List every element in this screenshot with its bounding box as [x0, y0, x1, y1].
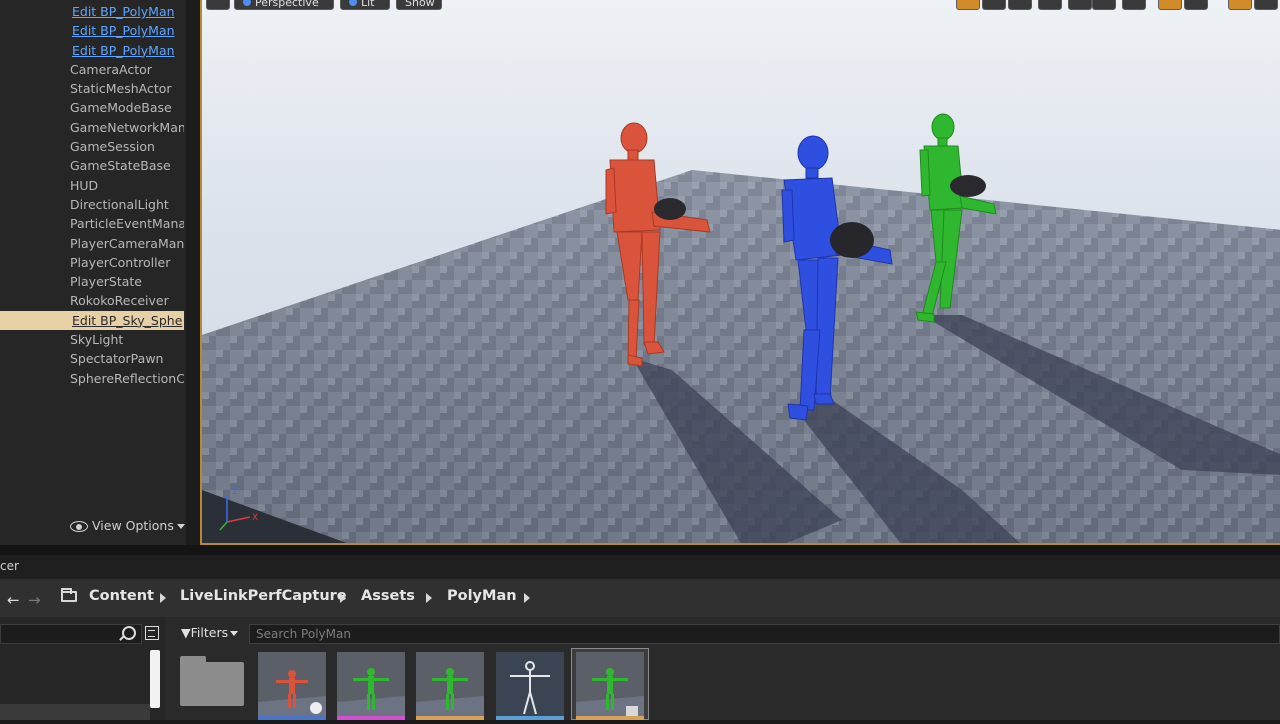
outliner-item-gamenetworkmanager[interactable]: GameNetworkMana — [0, 118, 184, 137]
outliner-item-playerstate[interactable]: PlayerState — [0, 272, 184, 291]
surface-snap-icon[interactable] — [1068, 0, 1092, 10]
outliner-item-edit-bp-polyman-1[interactable]: Edit BP_PolyMan — [0, 2, 184, 21]
outliner-item-particleeventmanager[interactable]: ParticleEventManag — [0, 214, 184, 233]
blue-polyman-prop — [830, 222, 874, 258]
lit-button[interactable]: Lit — [340, 0, 390, 10]
perspective-button[interactable]: Perspective — [234, 0, 334, 10]
eye-icon — [70, 521, 88, 532]
world-local-icon[interactable] — [1038, 0, 1062, 10]
outliner-item-gamesession[interactable]: GameSession — [0, 137, 184, 156]
outliner-item-playercontroller[interactable]: PlayerController — [0, 253, 184, 272]
outliner-item-staticmeshactor[interactable]: StaticMeshActor — [0, 79, 184, 98]
chevron-down-icon — [176, 524, 185, 529]
grid-snap-icon[interactable] — [1092, 0, 1116, 10]
asset-tile-2[interactable] — [337, 652, 405, 720]
world-outliner-panel: Edit BP_PolyMan Edit BP_PolyMan Edit BP_… — [0, 0, 186, 545]
grid-size-dropdown[interactable] — [1122, 0, 1146, 10]
asset-search-input[interactable] — [249, 624, 1280, 644]
rotation-snap-icon[interactable] — [1158, 0, 1182, 10]
chevron-down-icon — [230, 631, 239, 636]
breadcrumb-separator-icon[interactable] — [160, 593, 166, 603]
outliner-item-edit-bp-sky-sphere[interactable]: Edit BP_Sky_Sphe — [0, 310, 184, 331]
scale-tool-icon[interactable] — [1008, 0, 1032, 10]
outliner-item-spherereflectioncapture[interactable]: SphereReflectionCa — [0, 369, 184, 388]
asset-type-strip — [496, 716, 564, 720]
breadcrumb-separator-icon[interactable] — [524, 593, 530, 603]
content-browser-tab-label[interactable]: cer — [0, 559, 19, 573]
outliner-item-directionallight[interactable]: DirectionalLight — [0, 195, 184, 214]
outliner-item-spectatorpawn[interactable]: SpectatorPawn — [0, 349, 184, 368]
breadcrumb-separator-icon[interactable] — [426, 593, 432, 603]
asset-tile-5[interactable] — [576, 652, 644, 720]
outliner-list: Edit BP_PolyMan Edit BP_PolyMan Edit BP_… — [0, 2, 184, 388]
asset-thumbnail — [258, 670, 326, 720]
asset-thumbnail — [416, 668, 484, 720]
breadcrumb-polyman[interactable]: PolyMan — [447, 588, 517, 604]
rotation-size-dropdown[interactable] — [1184, 0, 1208, 10]
viewport-menu-button[interactable] — [206, 0, 230, 10]
view-options-label: View Options — [92, 518, 174, 533]
view-mode-icon[interactable] — [145, 626, 159, 640]
viewport-scene: Z X — [202, 113, 1280, 543]
asset-thumbnail — [510, 661, 550, 715]
rotate-tool-icon[interactable] — [982, 0, 1006, 10]
outliner-item-playercameramanager[interactable]: PlayerCameraMana — [0, 234, 184, 253]
outliner-item-gamestatebase[interactable]: GameStateBase — [0, 156, 184, 175]
svg-text:Z: Z — [232, 487, 238, 497]
green-polyman-prop — [950, 175, 986, 197]
breadcrumb-livelinkperfcapture[interactable]: LiveLinkPerfCapture — [180, 588, 347, 604]
outliner-item-edit-bp-polyman-2[interactable]: Edit BP_PolyMan — [0, 21, 184, 40]
asset-tile-1[interactable] — [258, 652, 326, 720]
outliner-item-hud[interactable]: HUD — [0, 176, 184, 195]
show-button[interactable]: Show — [396, 0, 442, 10]
asset-tile-3[interactable] — [416, 652, 484, 720]
panel-splitter[interactable] — [186, 0, 200, 545]
svg-text:X: X — [252, 513, 258, 523]
translate-tool-icon[interactable] — [956, 0, 980, 10]
breadcrumb-assets[interactable]: Assets — [361, 588, 415, 604]
panel-divider — [0, 545, 1280, 555]
asset-type-strip — [416, 716, 484, 720]
asset-thumbnail — [576, 668, 644, 720]
back-arrow-icon[interactable]: ← — [7, 591, 20, 609]
outliner-item-rokokoreceiver[interactable]: RokokoReceiver — [0, 291, 184, 310]
view-options-button[interactable]: View Options — [70, 518, 185, 533]
outliner-item-gamemodebase[interactable]: GameModeBase — [0, 98, 184, 117]
folder-asset-tile[interactable] — [180, 656, 244, 706]
asset-type-strip — [337, 716, 405, 720]
breadcrumb-separator-icon[interactable] — [340, 593, 346, 603]
folder-icon[interactable] — [61, 588, 77, 602]
content-browser-tab-bar — [0, 555, 1280, 579]
level-viewport[interactable]: Z X Perspective Lit Show — [200, 0, 1280, 545]
asset-type-strip — [576, 716, 644, 720]
asset-type-strip — [258, 716, 326, 720]
asset-tile-4[interactable] — [496, 652, 564, 720]
outliner-item-skylight[interactable]: SkyLight — [0, 330, 184, 349]
outliner-item-cameraactor[interactable]: CameraActor — [0, 60, 184, 79]
breadcrumb-content[interactable]: Content — [89, 588, 154, 604]
filters-button[interactable]: ▼Filters — [181, 625, 239, 640]
sources-list-item[interactable] — [0, 704, 150, 720]
red-polyman-prop — [654, 198, 686, 220]
outliner-item-edit-bp-polyman-3[interactable]: Edit BP_PolyMan — [0, 41, 184, 60]
folder-search-input[interactable] — [0, 624, 142, 644]
search-icon[interactable] — [122, 626, 136, 640]
filter-icon: ▼ — [181, 625, 191, 640]
scale-size-dropdown[interactable] — [1254, 0, 1278, 10]
asset-thumbnail — [337, 668, 405, 720]
scale-snap-icon[interactable] — [1228, 0, 1252, 10]
forward-arrow-icon[interactable]: → — [28, 591, 41, 609]
sources-scrollbar[interactable] — [150, 650, 160, 708]
